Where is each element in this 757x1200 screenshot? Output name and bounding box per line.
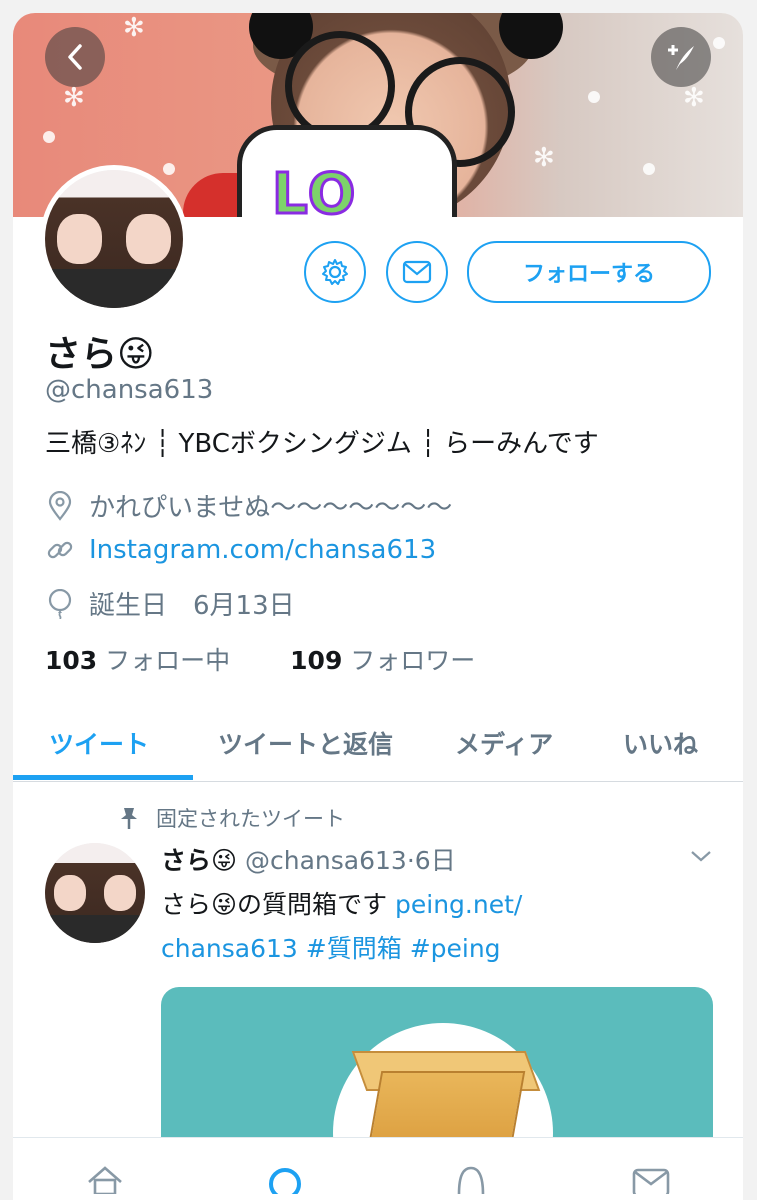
snow-dot [643,163,655,175]
tab-likes[interactable]: いいね [623,725,698,761]
profile-name: さら😜 [45,334,155,375]
location-text: かれぴいませぬ〜〜〜〜〜〜〜 [89,493,453,523]
snowflake-icon: ✻ [533,143,555,173]
nav-home[interactable] [85,1164,125,1194]
followers-label: フォロワー [350,646,476,675]
gear-icon [322,259,348,285]
nav-messages[interactable] [631,1164,671,1194]
speech-bubble: LO [237,125,457,217]
search-icon [269,1168,301,1194]
pinned-tweet-header: 固定されたツイート [118,803,345,833]
dot-separator: · [406,846,415,875]
profile-handle: @chansa613 [45,375,214,405]
link-icon [45,535,75,565]
follow-button[interactable]: フォローする [467,241,711,303]
tab-tweets[interactable]: ツイート [49,725,149,761]
compose-button[interactable] [651,27,711,87]
tab-media[interactable]: メディア [455,725,553,761]
hashtag-link[interactable]: #peing [410,934,501,963]
tweet-link[interactable]: peing.net/ [395,890,522,919]
tweet-text-body: さら😜の質問箱です [161,890,396,919]
settings-button[interactable] [304,241,366,303]
profile-screen: LO ✻ ✻ ✻ ✻ フォローする さら😜 @chansa613 三橋③ﾈﾝ ┆… [13,13,743,1200]
avatar-photo-left [45,170,114,308]
profile-website[interactable]: Instagram.com/chansa613 [45,535,436,565]
following-number: 103 [45,646,98,675]
bubble-text: LO [270,161,358,218]
tweet-text: さら😜の質問箱です peing.net/ chansa613 #質問箱 #pei… [161,883,721,971]
location-pin-icon [45,490,75,521]
balloon-icon [45,588,75,619]
messages-icon [632,1168,670,1194]
avatar-photo-left [45,843,95,943]
following-count[interactable]: 103 フォロー中 [45,641,230,677]
nav-search[interactable] [265,1164,305,1194]
avatar-photo [45,170,183,308]
bottom-navigation [13,1137,743,1200]
snow-dot [713,37,725,49]
back-button[interactable] [45,27,105,87]
tweet-author-handle: @chansa613 [245,846,407,875]
tweet-timestamp: 6日 [414,846,456,875]
profile-birthday: 誕生日 6月13日 [45,585,295,622]
pin-icon [121,808,137,829]
website-link[interactable]: Instagram.com/chansa613 [89,535,436,565]
profile-bio: 三橋③ﾈﾝ ┆ YBCボクシングジム ┆ らーみんです [45,429,599,459]
hashtag-link[interactable]: #質問箱 [306,934,402,963]
tweet-menu-button[interactable] [689,845,713,870]
compose-icon [668,45,694,70]
tweet-author-name[interactable]: さら😜 [161,846,237,875]
tweet-header: さら😜 @chansa613·6日 [161,841,456,877]
snowflake-icon: ✻ [683,83,705,113]
snow-dot [588,91,600,103]
back-arrow-icon [68,44,82,70]
tab-tweets-and-replies[interactable]: ツイートと返信 [218,725,393,761]
mail-icon [402,260,432,284]
nav-notifications[interactable] [451,1164,491,1194]
chevron-down-icon [691,851,711,862]
follow-button-label: フォローする [522,262,655,287]
tweet-link-continued[interactable]: chansa613 [161,934,298,963]
followers-count[interactable]: 109 フォロワー [290,641,475,677]
profile-avatar[interactable] [40,165,188,313]
avatar-photo [45,843,145,943]
snowflake-icon: ✻ [63,83,85,113]
snow-dot [43,131,55,143]
pinned-label: 固定されたツイート [156,807,345,831]
avatar-photo-right [114,170,183,308]
followers-number: 109 [290,646,343,675]
avatar-photo-right [95,843,145,943]
profile-tabs: ツイート ツイートと返信 メディア いいね [13,703,743,782]
snowflake-icon: ✻ [123,13,145,43]
tweet-author-avatar[interactable] [45,843,145,943]
profile-location: かれぴいませぬ〜〜〜〜〜〜〜 [45,487,452,524]
notifications-icon [457,1166,485,1194]
home-icon [88,1166,122,1194]
follow-counts: 103 フォロー中 109 フォロワー [45,641,475,677]
following-label: フォロー中 [105,646,231,675]
message-button[interactable] [386,241,448,303]
birthday-text: 誕生日 6月13日 [89,591,295,621]
active-tab-indicator [13,775,193,780]
